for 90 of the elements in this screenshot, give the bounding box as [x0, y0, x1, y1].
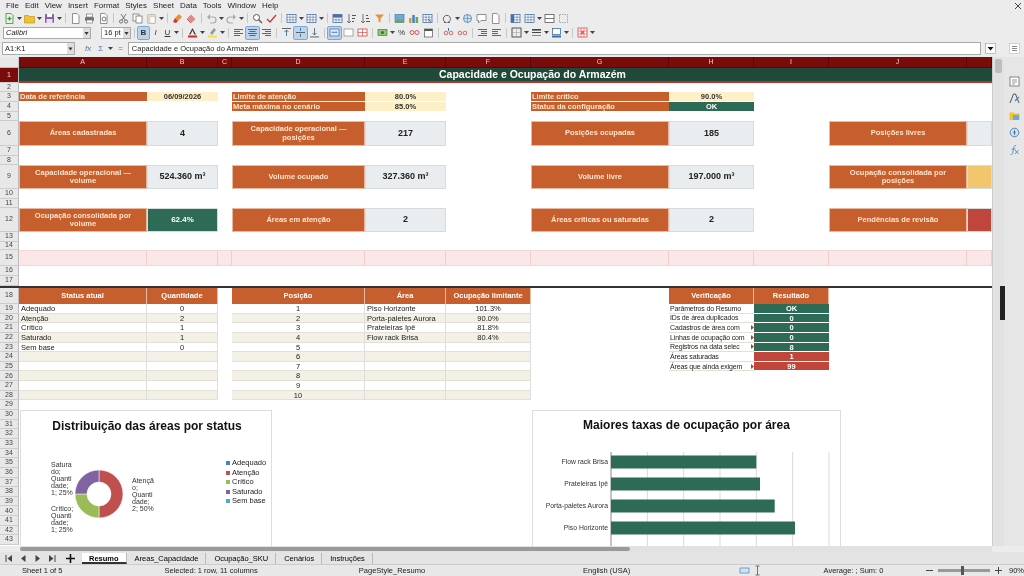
- unmerge-cells-icon[interactable]: [356, 26, 369, 39]
- omega-icon[interactable]: [441, 12, 454, 24]
- overflow-arrow-icon: [751, 363, 754, 369]
- navigator-icon[interactable]: [1007, 126, 1021, 138]
- menu-item[interactable]: Window: [224, 0, 259, 11]
- menu-item[interactable]: View: [41, 0, 65, 11]
- align-left-icon[interactable]: [232, 26, 245, 39]
- zoom-in-icon[interactable]: [992, 564, 1005, 576]
- italic-button[interactable]: I: [150, 26, 161, 39]
- calendar-icon[interactable]: [422, 26, 436, 39]
- kpi-value: 2: [365, 208, 446, 232]
- indent-icon[interactable]: [476, 26, 490, 39]
- border-style-icon[interactable]: [530, 26, 544, 39]
- sum-button[interactable]: Σ: [96, 42, 106, 55]
- clipboard-icon[interactable]: [145, 12, 158, 24]
- table-cell: [147, 381, 218, 391]
- styles-icon[interactable]: [1007, 92, 1021, 104]
- menu-item[interactable]: Edit: [21, 0, 42, 11]
- window-layout-icon[interactable]: [509, 12, 522, 24]
- menu-item[interactable]: Styles: [122, 0, 151, 11]
- kpi-value: 197.000 m³: [669, 165, 754, 189]
- outdent-icon[interactable]: [490, 26, 504, 39]
- paintbrush-icon[interactable]: [171, 12, 184, 24]
- split-handle[interactable]: [1000, 286, 1005, 320]
- kpi-value: 4: [147, 121, 218, 146]
- kpi-value: 62.4%: [147, 208, 218, 232]
- underline-button[interactable]: U: [162, 26, 173, 39]
- font-color-icon[interactable]: [186, 26, 199, 39]
- merge-cells-icon[interactable]: [342, 26, 355, 39]
- menu-item[interactable]: Help: [259, 0, 282, 11]
- kpi-value: 217: [365, 121, 446, 146]
- kpi-value: 524.360 m³: [147, 165, 218, 189]
- banknote-icon[interactable]: [376, 26, 389, 39]
- border-color-icon[interactable]: [550, 26, 564, 39]
- table-cell: [147, 352, 218, 362]
- new-document-icon[interactable]: [3, 12, 16, 24]
- close-icon[interactable]: [1012, 0, 1024, 12]
- expand-icon[interactable]: [984, 42, 997, 55]
- dropdown-caret-icon[interactable]: [123, 27, 130, 38]
- menu-item[interactable]: Sheet: [150, 0, 177, 11]
- speech-bubble-icon[interactable]: [475, 12, 488, 24]
- align-middle-icon[interactable]: [294, 26, 307, 39]
- dropdown-caret-icon[interactable]: [83, 27, 90, 38]
- disk-icon[interactable]: [43, 12, 56, 24]
- page-icon[interactable]: [489, 12, 502, 24]
- slider-thumb[interactable]: [961, 566, 965, 575]
- dropdown-caret-icon[interactable]: [67, 43, 74, 54]
- menu-item[interactable]: Data: [176, 0, 200, 11]
- formula-button[interactable]: =: [116, 42, 125, 55]
- sheet-title: Capacidade e Ocupação do Armazém: [19, 68, 992, 83]
- chart-title: Distribuição das áreas por status: [51, 419, 243, 434]
- page-preview-icon[interactable]: [97, 12, 110, 24]
- empty-cell: [218, 250, 232, 266]
- window-split-icon[interactable]: [543, 12, 556, 24]
- sort-descending-icon[interactable]: [359, 12, 372, 24]
- spellcheck-icon[interactable]: [265, 12, 278, 24]
- menu-item[interactable]: File: [3, 0, 22, 11]
- magnifier-icon[interactable]: [251, 12, 264, 24]
- percent-format-button[interactable]: %: [396, 26, 408, 39]
- menu-item[interactable]: Insert: [64, 0, 91, 11]
- align-center-icon[interactable]: [246, 26, 259, 39]
- grid-icon[interactable]: [523, 12, 536, 24]
- kpi-value: 327.360 m³: [365, 165, 446, 189]
- pivot-table-icon[interactable]: [421, 12, 434, 24]
- table-cell: [147, 390, 218, 401]
- table-rows-icon[interactable]: [285, 12, 298, 24]
- align-top-icon[interactable]: [280, 26, 293, 39]
- horizontal-scrollbar[interactable]: [20, 546, 992, 552]
- bar-chart-icon[interactable]: [407, 12, 420, 24]
- chart-title: Maiores taxas de ocupação por área: [582, 418, 791, 435]
- table-cell: [147, 371, 218, 382]
- zoom-slider[interactable]: [938, 569, 990, 572]
- printer-icon[interactable]: [83, 12, 96, 24]
- merge-center-icon[interactable]: [328, 26, 341, 39]
- kpi-value: 185: [669, 121, 754, 146]
- menu-item[interactable]: Format: [90, 0, 123, 11]
- scrollbar-thumb[interactable]: [995, 59, 1002, 73]
- properties-icon[interactable]: [1007, 75, 1021, 87]
- menu-item[interactable]: Tools: [199, 0, 225, 11]
- sidebar-menu-icon[interactable]: [1008, 42, 1021, 55]
- sort-ascending-icon[interactable]: [345, 12, 358, 24]
- bold-button[interactable]: B: [138, 26, 149, 39]
- kpi-value: 2: [669, 208, 754, 232]
- vertical-scrollbar[interactable]: [992, 57, 1004, 546]
- function-wizard-button[interactable]: fx: [83, 42, 94, 55]
- align-right-icon[interactable]: [260, 26, 273, 39]
- scrollbar-thumb[interactable]: [20, 547, 630, 551]
- add-sheet-icon[interactable]: [64, 552, 77, 564]
- table-columns-icon[interactable]: [305, 12, 318, 24]
- header-row-icon[interactable]: [331, 12, 344, 24]
